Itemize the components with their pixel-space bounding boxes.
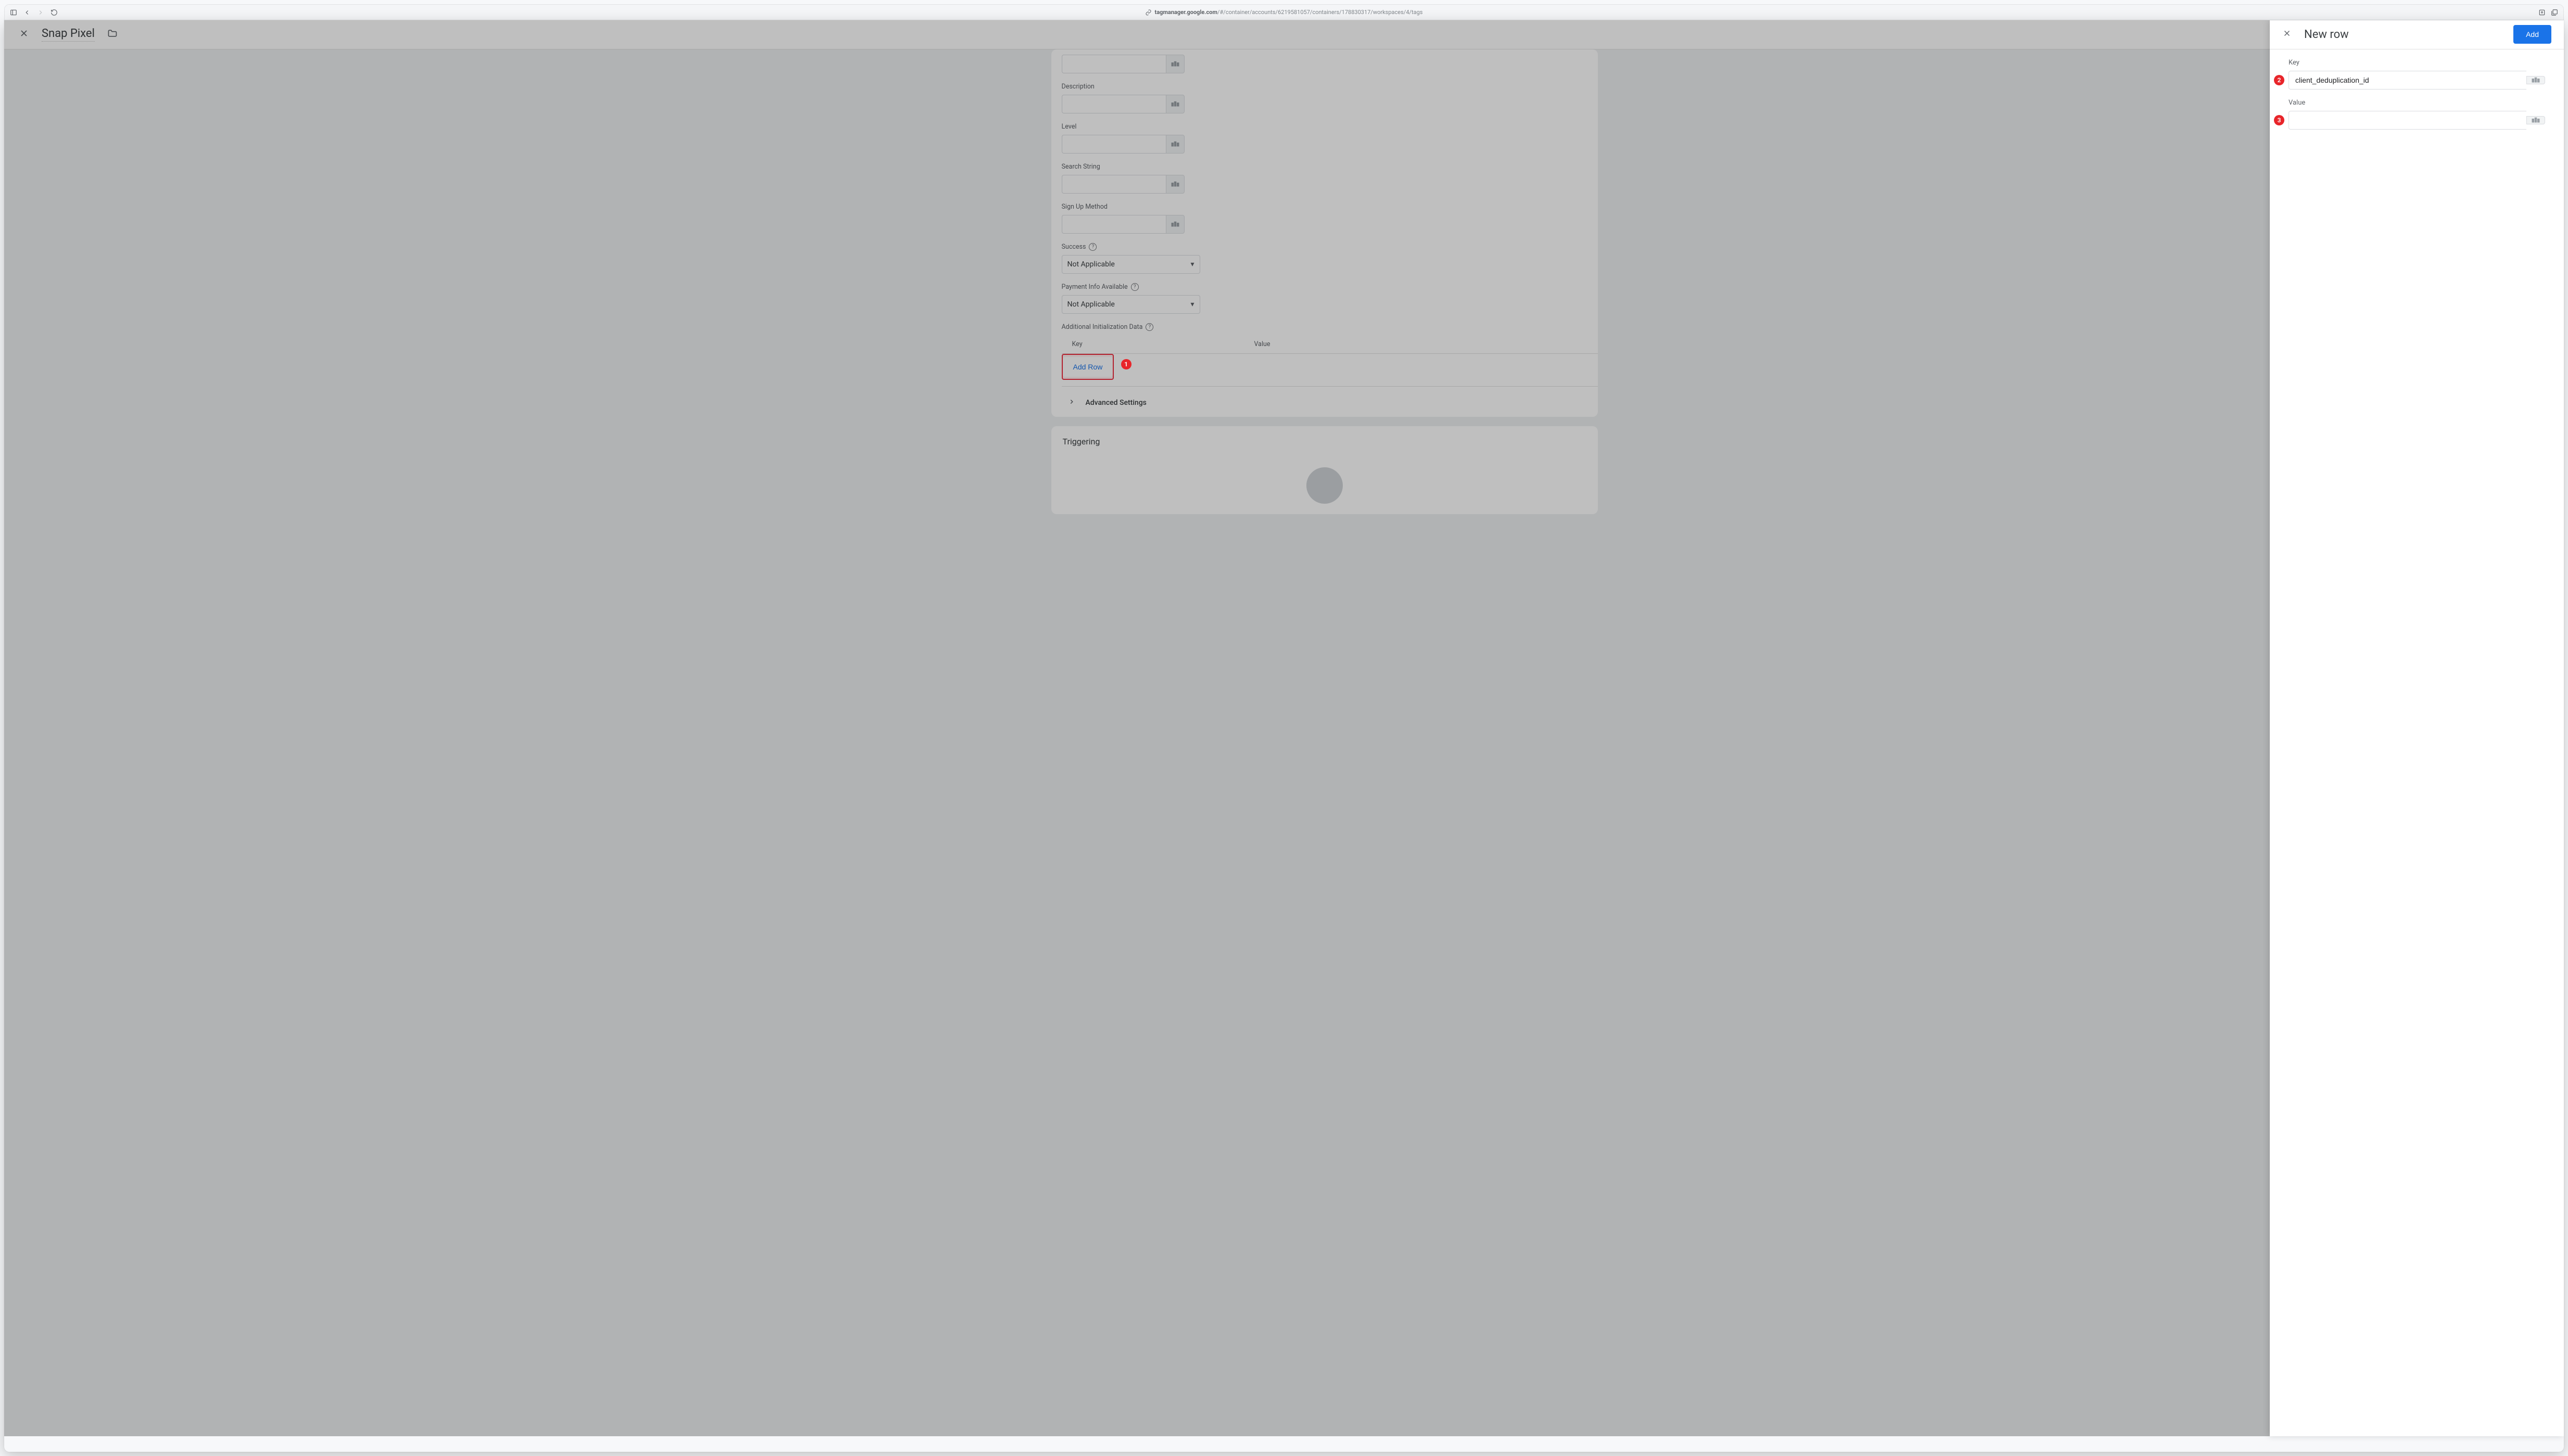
trigger-placeholder-icon (1306, 467, 1343, 504)
level-input[interactable] (1062, 135, 1166, 154)
url-bar[interactable]: tagmanager.google.com/#/container/accoun… (1146, 9, 1423, 16)
variable-picker-icon[interactable] (2526, 76, 2545, 84)
callout-badge-2: 2 (2274, 75, 2284, 85)
value-label: Value (2289, 99, 2545, 107)
variable-picker-icon[interactable] (1166, 215, 1185, 234)
search-string-input[interactable] (1062, 175, 1166, 194)
callout-badge-3: 3 (2274, 115, 2284, 125)
folder-icon[interactable] (107, 28, 118, 41)
sidebar-toggle-icon[interactable] (10, 9, 17, 16)
col-key: Key (1072, 340, 1254, 348)
col-value: Value (1254, 340, 1587, 348)
tag-title[interactable]: Snap Pixel (42, 27, 95, 42)
reload-icon[interactable] (50, 9, 58, 16)
table-header: Key Value (1062, 335, 1587, 353)
add-button[interactable]: Add (2513, 25, 2551, 44)
variable-picker-icon[interactable] (2526, 116, 2545, 124)
chevron-right-icon (1068, 398, 1075, 407)
description-input[interactable] (1062, 95, 1166, 113)
payment-select[interactable]: Not Applicable ▾ (1062, 295, 1200, 314)
value-input[interactable] (2289, 111, 2526, 130)
close-icon[interactable] (2282, 29, 2292, 41)
tag-config-body: Description Level Search String (4, 49, 2564, 1436)
forward-icon (37, 9, 44, 16)
tag-config-card: Description Level Search String (1051, 49, 1598, 417)
back-icon[interactable] (23, 9, 31, 16)
field-label-payment: Payment Info Available ? (1062, 283, 1587, 291)
triggering-card[interactable]: Triggering (1051, 426, 1598, 514)
field-label-additional: Additional Initialization Data ? (1062, 323, 1587, 331)
field-label-search-string: Search String (1062, 163, 1587, 171)
add-row-highlight: Add Row (1062, 354, 1114, 380)
field-label-success: Success ? (1062, 243, 1587, 251)
chevron-down-icon: ▾ (1190, 260, 1194, 269)
callout-badge-1: 1 (1121, 359, 1132, 369)
divider (1062, 353, 1598, 354)
browser-toolbar: tagmanager.google.com/#/container/accoun… (5, 5, 2563, 20)
additional-label-text: Additional Initialization Data (1062, 323, 1143, 331)
field-row-blank (1062, 55, 1587, 73)
variable-picker-icon[interactable] (1166, 55, 1185, 73)
success-select[interactable]: Not Applicable ▾ (1062, 255, 1200, 274)
tag-editor-header: Snap Pixel (4, 20, 2564, 49)
field-label-level: Level (1062, 123, 1587, 131)
new-row-panel: New row Add Key 2 Value 3 (2270, 20, 2564, 1436)
close-icon[interactable] (19, 28, 29, 41)
variable-picker-icon[interactable] (1166, 95, 1185, 113)
payment-label-text: Payment Info Available (1062, 283, 1128, 291)
tabs-icon[interactable] (2551, 9, 2558, 16)
text-input[interactable] (1062, 55, 1166, 73)
help-icon[interactable]: ? (1146, 323, 1153, 331)
variable-picker-icon[interactable] (1166, 135, 1185, 154)
field-label-signup: Sign Up Method (1062, 203, 1587, 211)
advanced-settings-label: Advanced Settings (1086, 399, 1147, 407)
share-icon[interactable] (2538, 9, 2546, 16)
select-value: Not Applicable (1067, 300, 1115, 309)
advanced-settings-row[interactable]: Advanced Settings (1062, 387, 1587, 412)
triggering-title: Triggering (1063, 437, 1586, 446)
signup-input[interactable] (1062, 215, 1166, 234)
chevron-down-icon: ▾ (1190, 300, 1194, 309)
link-icon (1146, 9, 1152, 16)
url-path: /#/container/accounts/6219581057/contain… (1217, 9, 1423, 16)
select-value: Not Applicable (1067, 260, 1115, 269)
key-input[interactable] (2289, 71, 2526, 90)
panel-title: New row (2304, 28, 2501, 41)
help-icon[interactable]: ? (1089, 243, 1097, 251)
key-label: Key (2289, 59, 2545, 67)
success-label-text: Success (1062, 243, 1086, 251)
field-label-description: Description (1062, 83, 1587, 91)
help-icon[interactable]: ? (1131, 283, 1139, 291)
variable-picker-icon[interactable] (1166, 175, 1185, 194)
add-row-button[interactable]: Add Row (1063, 357, 1113, 377)
url-host: tagmanager.google.com (1155, 9, 1217, 16)
panel-header: New row Add (2270, 20, 2564, 49)
